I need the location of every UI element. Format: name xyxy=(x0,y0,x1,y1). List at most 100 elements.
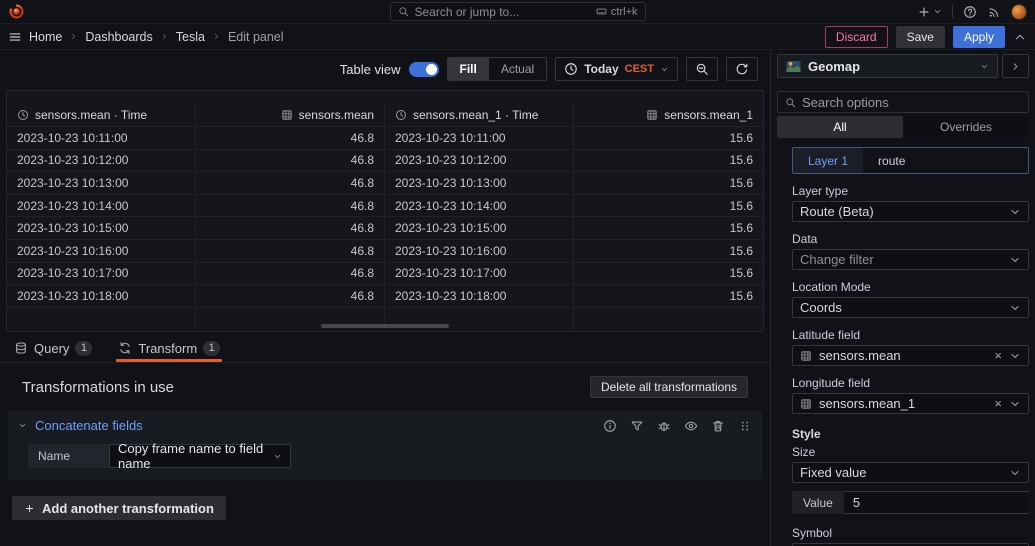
save-button[interactable]: Save xyxy=(895,25,945,48)
table-cell: 46.8 xyxy=(196,217,385,239)
table-cell: 15.6 xyxy=(729,221,753,236)
global-search[interactable]: ctrl+k xyxy=(389,2,646,21)
table-cell: 2023-10-23 10:15:00 xyxy=(7,217,196,239)
info-icon[interactable] xyxy=(603,419,617,433)
chevron-down-icon[interactable] xyxy=(18,421,27,430)
table-cell: 46.8 xyxy=(196,127,385,149)
edit-panel-main: Table view Fill Actual Today CEST sensor… xyxy=(0,50,770,546)
search-icon xyxy=(785,97,796,108)
tab-query[interactable]: Query 1 xyxy=(12,334,94,362)
help-icon[interactable] xyxy=(963,5,977,19)
apply-button[interactable]: Apply xyxy=(952,25,1005,48)
chevron-right-icon xyxy=(1010,61,1021,72)
table-cell: 2023-10-23 10:14:00 xyxy=(7,194,196,217)
table-icon xyxy=(646,109,658,121)
chevron-down-icon xyxy=(1009,398,1021,410)
time-range-label: Today xyxy=(584,62,619,76)
clear-icon[interactable]: × xyxy=(994,397,1002,410)
layer-tab-1[interactable]: Layer 1 xyxy=(793,148,864,173)
table-view-toggle[interactable] xyxy=(408,61,439,77)
visualization-name: Geomap xyxy=(808,58,861,74)
location-mode-label: Location Mode xyxy=(792,280,871,294)
visualization-picker[interactable]: Geomap xyxy=(777,54,998,78)
data-pane-tabs: Query 1 Transform 1 xyxy=(0,334,770,363)
delete-all-transformations-button[interactable]: Delete all transformations xyxy=(589,376,748,398)
add-menu-button[interactable] xyxy=(917,5,942,19)
divider xyxy=(952,5,953,18)
table-cell: 46.8 xyxy=(196,285,385,307)
value-input[interactable] xyxy=(843,491,1029,514)
data-value: Change filter xyxy=(800,252,874,267)
search-shortcut: ctrl+k xyxy=(596,6,638,18)
options-search[interactable] xyxy=(777,91,1029,113)
user-avatar[interactable] xyxy=(1011,3,1027,20)
eye-icon[interactable] xyxy=(684,419,698,433)
breadcrumb-dashboards[interactable]: Dashboards xyxy=(85,30,152,44)
tab-transform[interactable]: Transform 1 xyxy=(116,334,222,362)
grafana-logo-icon[interactable] xyxy=(8,3,25,20)
table-row: 2023-10-23 10:15:00 46.8 2023-10-23 10:15:… xyxy=(7,216,763,239)
latitude-field-label: Latitude field xyxy=(792,328,861,342)
options-search-input[interactable] xyxy=(802,94,1021,110)
chevron-right-icon xyxy=(160,32,169,41)
longitude-field-select[interactable]: sensors.mean_1 × xyxy=(792,393,1029,414)
trash-icon[interactable] xyxy=(711,419,725,433)
horizontal-scrollbar[interactable] xyxy=(321,324,449,328)
column-header[interactable]: sensors.mean xyxy=(196,104,385,126)
layer-tab-route[interactable]: route xyxy=(863,148,920,173)
fill-option[interactable]: Fill xyxy=(447,58,489,80)
zoom-out-time-button[interactable] xyxy=(686,57,718,81)
debug-icon[interactable] xyxy=(657,419,671,433)
table-cell: 2023-10-23 10:13:00 xyxy=(385,172,574,194)
map-layer-tabs: Layer 1 route xyxy=(792,147,1029,174)
location-mode-select[interactable]: Coords xyxy=(792,297,1029,318)
table-cell: 2023-10-23 10:16:00 xyxy=(7,239,196,262)
table-cell: 2023-10-23 10:15:00 xyxy=(385,217,574,239)
collapse-options-button[interactable] xyxy=(1013,30,1027,44)
latitude-field-select[interactable]: sensors.mean × xyxy=(792,345,1029,366)
menu-icon[interactable] xyxy=(8,30,22,44)
discard-button[interactable]: Discard xyxy=(824,25,888,48)
drag-handle-icon[interactable] xyxy=(738,419,752,433)
breadcrumb-home[interactable]: Home xyxy=(29,30,62,44)
table-cell: 2023-10-23 10:16:00 xyxy=(385,239,574,262)
column-header[interactable]: sensors.mean_1 · Time xyxy=(385,104,574,126)
open-options-pane-button[interactable] xyxy=(1002,54,1029,78)
pane-size-switch: Fill Actual xyxy=(446,57,548,81)
clock-icon xyxy=(17,109,29,121)
table-cell: 2023-10-23 10:13:00 xyxy=(7,172,196,194)
column-header[interactable]: sensors.mean_1 xyxy=(574,104,763,126)
column-header[interactable]: sensors.mean · Time xyxy=(7,104,196,126)
data-select[interactable]: Change filter xyxy=(792,249,1029,270)
clock-icon xyxy=(395,109,407,121)
table-cell: 15.6 xyxy=(729,130,753,145)
chevron-down-icon xyxy=(273,452,282,461)
table-cell: 46.8 xyxy=(196,194,385,217)
filter-icon[interactable] xyxy=(630,419,644,433)
table-cell: 15.6 xyxy=(729,288,753,303)
options-fields: Layer 1 route Layer type Route (Beta) Da… xyxy=(777,147,1029,546)
actual-option[interactable]: Actual xyxy=(489,58,546,80)
breadcrumb-dashboard-name[interactable]: Tesla xyxy=(176,30,205,44)
breadcrumb-edit-panel: Edit panel xyxy=(227,29,284,44)
tab-overrides[interactable]: Overrides xyxy=(903,116,1029,138)
symbol-label: Symbol xyxy=(792,526,833,540)
size-select[interactable]: Fixed value xyxy=(792,462,1029,483)
layer-type-select[interactable]: Route (Beta) xyxy=(792,201,1029,222)
time-range-picker[interactable]: Today CEST xyxy=(555,57,678,81)
refresh-button[interactable] xyxy=(726,57,758,81)
geomap-viz-icon xyxy=(786,60,801,72)
news-icon[interactable] xyxy=(987,5,1001,19)
table-cell: 2023-10-23 10:12:00 xyxy=(7,149,196,172)
tab-all[interactable]: All xyxy=(777,116,903,138)
frame-name-mode-select[interactable]: Copy frame name to field name xyxy=(109,441,291,471)
breadcrumb-bar: Home Dashboards Tesla Edit panel Discard… xyxy=(0,24,1035,50)
transformation-name[interactable]: Concatenate fields xyxy=(35,418,143,433)
add-transformation-button[interactable]: Add another transformation xyxy=(12,496,226,520)
table-cell: 2023-10-23 10:11:00 xyxy=(7,127,196,149)
clear-icon[interactable]: × xyxy=(994,349,1002,362)
table-cell: 15.6 xyxy=(729,243,753,258)
table-cell: 46.8 xyxy=(196,149,385,172)
size-label: Size xyxy=(792,445,816,459)
global-search-input[interactable] xyxy=(414,4,590,19)
